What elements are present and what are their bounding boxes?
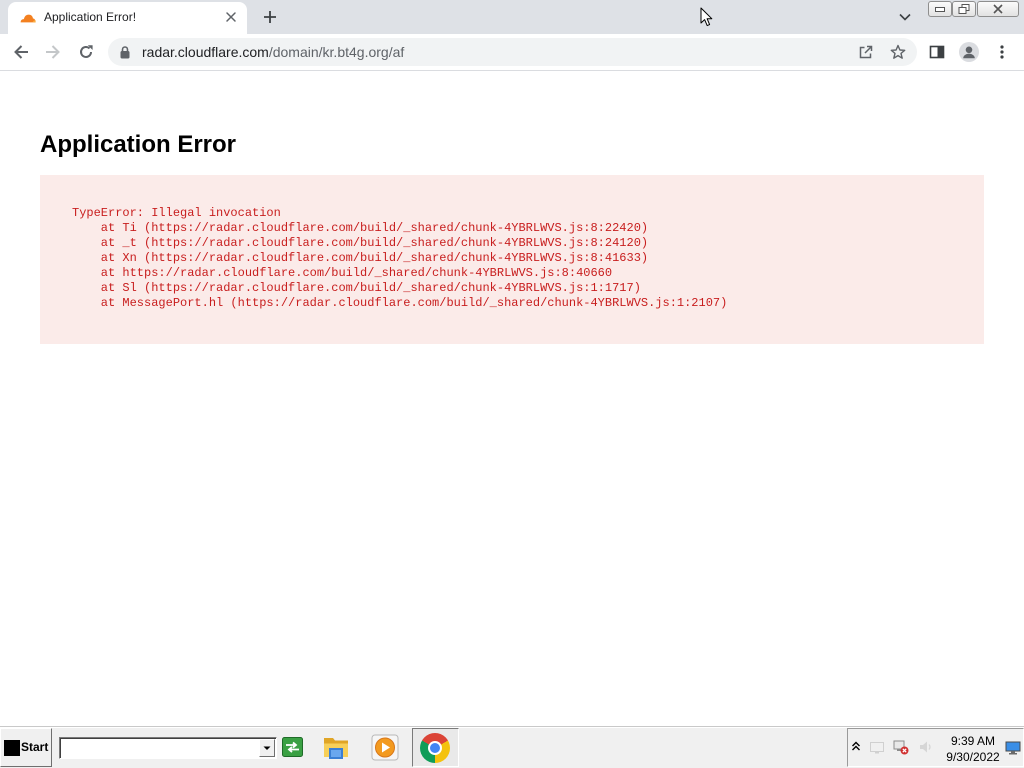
restore-icon [958, 4, 970, 14]
browser-toolbar: radar.cloudflare.com/domain/kr.bt4g.org/… [0, 34, 1024, 71]
tab-strip: Application Error! [0, 0, 1024, 34]
side-panel-button[interactable] [929, 44, 945, 60]
tab-title: Application Error! [44, 10, 137, 24]
clock[interactable]: 9:39 AM 9/30/2022 [940, 733, 1006, 765]
chrome-icon-center [428, 741, 442, 755]
minimize-button[interactable] [928, 1, 952, 17]
dropdown-arrow-icon [263, 746, 271, 750]
show-desktop-icon [1005, 741, 1021, 755]
profile-avatar-icon [959, 42, 979, 62]
more-menu-icon [1000, 45, 1004, 59]
back-button[interactable] [13, 44, 29, 60]
address-dropdown-button[interactable] [259, 739, 275, 757]
reload-icon [80, 45, 93, 58]
address-toolbar-input[interactable] [59, 737, 277, 759]
cloudflare-favicon-icon [20, 12, 36, 23]
error-message: TypeError: Illegal invocation [72, 206, 281, 220]
show-hidden-icons-button[interactable] [851, 741, 861, 751]
url-host: radar.cloudflare.com [142, 44, 269, 60]
page-title: Application Error [40, 131, 237, 158]
new-tab-button[interactable] [263, 10, 277, 24]
bookmark-button[interactable] [890, 44, 906, 60]
address-bar[interactable]: radar.cloudflare.com/domain/kr.bt4g.org/… [108, 38, 917, 66]
close-icon [993, 4, 1003, 14]
start-label: Start [21, 740, 49, 754]
url-text[interactable]: radar.cloudflare.com/domain/kr.bt4g.org/… [142, 38, 404, 66]
share-icon [859, 45, 873, 59]
share-button[interactable] [858, 44, 874, 60]
network-error-icon [893, 740, 909, 755]
file-explorer-button[interactable] [322, 733, 350, 761]
show-desktop-button[interactable] [1005, 741, 1021, 755]
chrome-icon [420, 733, 450, 763]
go-icon [282, 737, 303, 757]
forward-arrow-icon [46, 45, 60, 59]
folder-icon [324, 738, 348, 759]
stack-frame: at Xn (https://radar.cloudflare.com/buil… [72, 251, 649, 265]
lock-icon[interactable] [119, 45, 131, 59]
go-button[interactable] [282, 737, 303, 757]
close-icon [226, 12, 236, 22]
start-logo-icon [4, 740, 20, 756]
error-stack-trace: TypeError: Illegal invocation at Ti (htt… [40, 175, 984, 344]
more-menu-button[interactable] [999, 44, 1005, 60]
start-button[interactable]: Start [0, 728, 52, 767]
system-tray: 9:39 AM 9/30/2022 [847, 728, 1024, 767]
tab-search-button[interactable] [899, 13, 911, 21]
taskbar: Start 9:39 AM 9/30/2022 [0, 726, 1024, 768]
media-player-button[interactable] [371, 734, 399, 761]
mouse-cursor-icon [700, 7, 713, 27]
url-path: /domain/kr.bt4g.org/af [268, 44, 405, 60]
media-player-icon [371, 734, 399, 761]
tray-app-icon[interactable] [869, 739, 885, 755]
taskbar-chrome-button[interactable] [412, 728, 459, 767]
restore-button[interactable] [952, 1, 976, 17]
profile-button[interactable] [959, 42, 979, 62]
star-icon [890, 44, 906, 59]
tab-close-button[interactable] [224, 10, 238, 24]
stack-frame: at https://radar.cloudflare.com/build/_s… [72, 266, 613, 280]
forward-button[interactable] [45, 44, 61, 60]
clock-date: 9/30/2022 [946, 750, 1000, 764]
tab-application-error[interactable]: Application Error! [8, 2, 247, 34]
stack-frame: at MessagePort.hl (https://radar.cloudfl… [72, 296, 728, 310]
window-close-button[interactable] [977, 1, 1019, 17]
minimize-icon [935, 7, 945, 12]
stack-frame: at Sl (https://radar.cloudflare.com/buil… [72, 281, 641, 295]
show-hidden-icons-icon [852, 741, 860, 751]
clock-time: 9:39 AM [950, 734, 996, 748]
reload-button[interactable] [78, 44, 94, 60]
side-panel-icon [929, 45, 945, 59]
stack-frame: at _t (https://radar.cloudflare.com/buil… [72, 236, 649, 250]
chevron-down-icon [899, 13, 911, 21]
stack-frame: at Ti (https://radar.cloudflare.com/buil… [72, 221, 649, 235]
plus-icon [264, 11, 276, 23]
volume-icon [920, 741, 931, 753]
network-status-button[interactable] [893, 739, 909, 755]
back-arrow-icon [14, 45, 28, 59]
volume-button[interactable] [918, 739, 934, 755]
